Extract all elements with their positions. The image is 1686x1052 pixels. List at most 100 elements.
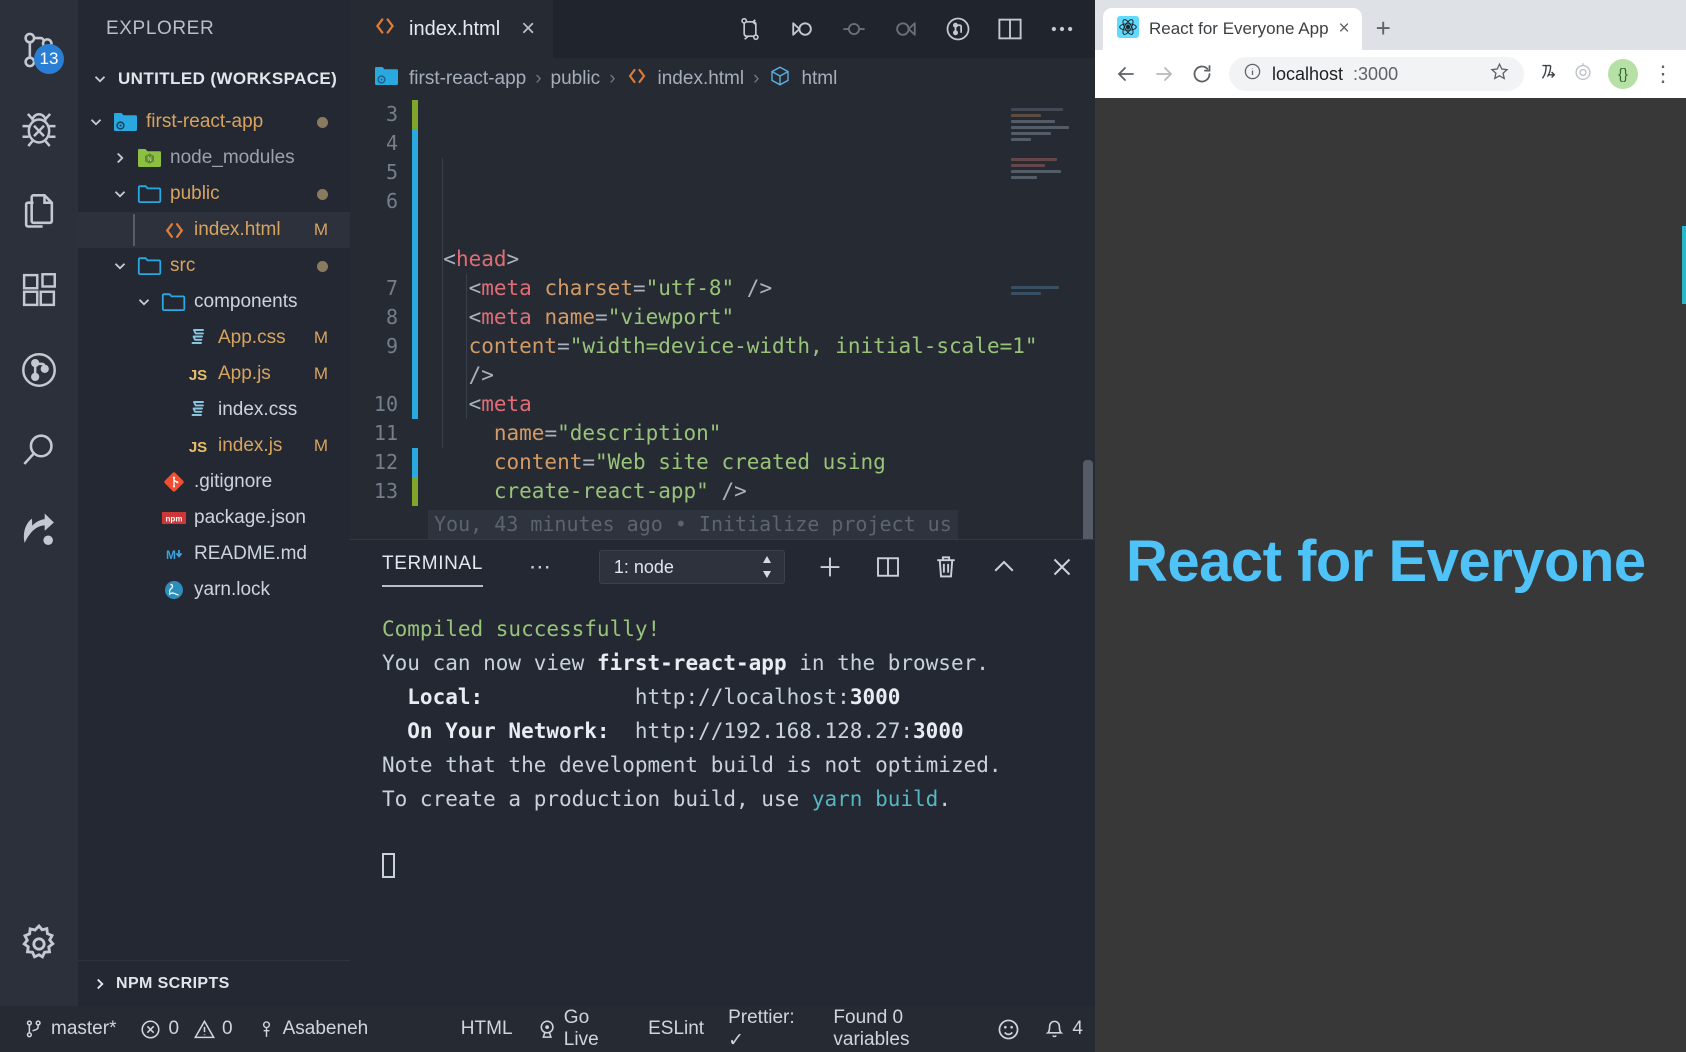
back-icon[interactable]: [1107, 55, 1145, 93]
status-feedback[interactable]: [985, 1006, 1032, 1052]
panel-more-icon[interactable]: ⋯: [529, 554, 553, 580]
tree-item-public[interactable]: public: [78, 176, 350, 212]
line-number: 3: [385, 102, 398, 126]
terminal-shell-value: 1: node: [613, 556, 674, 577]
open-change-icon[interactable]: [787, 14, 817, 44]
tree-item-src[interactable]: src: [78, 248, 350, 284]
breadcrumb-item-3[interactable]: html: [801, 68, 837, 90]
activity-item-settings[interactable]: [0, 904, 78, 984]
code-content[interactable]: <head> <meta charset="utf-8" /> <meta na…: [418, 100, 1095, 539]
activity-item-live-share[interactable]: [0, 490, 78, 570]
status-account[interactable]: Asabeneh: [245, 1006, 381, 1052]
tree-item-package-json[interactable]: npm package.json: [78, 500, 350, 536]
chevron-right-icon[interactable]: [110, 148, 130, 168]
chevron-down-icon[interactable]: [86, 112, 106, 132]
close-icon[interactable]: ×: [521, 17, 535, 41]
maximize-panel-icon[interactable]: [989, 552, 1019, 582]
live-preview-icon[interactable]: [943, 14, 973, 44]
status-branch[interactable]: master*: [12, 1006, 128, 1052]
compare-changes-icon[interactable]: [735, 14, 765, 44]
modified-badge: M: [313, 364, 328, 383]
status-prettier[interactable]: Prettier: ✓: [716, 1006, 821, 1052]
tree-item-first-react-app[interactable]: first-react-app: [78, 104, 350, 140]
tab-index-html[interactable]: index.html ×: [350, 0, 554, 58]
chevron-down-icon[interactable]: [110, 184, 130, 204]
line-number: 4: [385, 131, 398, 155]
tree-item--gitignore[interactable]: .gitignore: [78, 464, 350, 500]
activity-item-extensions[interactable]: [0, 250, 78, 330]
branch-name: master*: [51, 1018, 117, 1039]
breadcrumb-item-1[interactable]: public: [551, 68, 601, 90]
address-bar[interactable]: localhost:3000: [1229, 57, 1524, 91]
chevron-down-icon[interactable]: [110, 256, 130, 276]
status-problems[interactable]: 0 0: [128, 1006, 244, 1052]
breadcrumb-separator: ›: [753, 68, 760, 89]
svg-text:npm: npm: [166, 515, 183, 524]
breadcrumb-item-0[interactable]: first-react-app: [409, 68, 526, 90]
tree-item-index-js[interactable]: JS index.js M: [78, 428, 350, 464]
line-number: 10: [373, 392, 398, 416]
tree-item-index-html[interactable]: index.html M: [78, 212, 350, 248]
minimap[interactable]: [1011, 100, 1079, 539]
code-line: <meta charset="utf-8" />: [468, 276, 773, 300]
npm-scripts-section[interactable]: NPM SCRIPTS: [78, 960, 350, 1006]
tree-item-readme-md[interactable]: M README.md: [78, 536, 350, 572]
split-editor-icon[interactable]: [995, 14, 1025, 44]
activity-item-source-control[interactable]: 13: [0, 10, 78, 90]
kill-terminal-icon[interactable]: [931, 552, 961, 582]
tree-item-components[interactable]: components: [78, 284, 350, 320]
new-terminal-icon[interactable]: [815, 552, 845, 582]
profile-avatar[interactable]: {}: [1608, 59, 1638, 89]
target-extension-icon[interactable]: [1572, 61, 1594, 88]
terminal-output[interactable]: Compiled successfully! You can now view f…: [350, 594, 1095, 1006]
new-tab-button[interactable]: +: [1376, 13, 1391, 44]
next-change-icon[interactable]: [891, 14, 921, 44]
terminal-actions: [815, 552, 1077, 582]
terminal-shell-select[interactable]: 1: node: [598, 550, 785, 584]
activity-item-files[interactable]: [0, 170, 78, 250]
activity-item-search[interactable]: [0, 410, 78, 490]
minimap-line: [1011, 158, 1057, 161]
status-notifications[interactable]: 4: [1032, 1006, 1095, 1052]
close-icon[interactable]: ×: [1339, 18, 1350, 40]
chevron-down-icon[interactable]: [134, 292, 154, 312]
browser-tab[interactable]: React for Everyone App ×: [1103, 8, 1362, 50]
tree-item-yarn-lock[interactable]: yarn.lock: [78, 572, 350, 608]
browser-toolbar: localhost:3000 {} ⋮: [1095, 50, 1686, 98]
split-terminal-icon[interactable]: [873, 552, 903, 582]
reload-icon[interactable]: [1183, 55, 1221, 93]
minimap-line: [1011, 164, 1045, 167]
status-language[interactable]: HTML: [449, 1006, 525, 1052]
editor-tab-bar: index.html ×: [350, 0, 1095, 58]
code-line: <meta: [468, 392, 532, 416]
line-number: 12: [373, 450, 398, 474]
status-eslint[interactable]: ESLint: [636, 1006, 716, 1052]
info-circle-icon[interactable]: [1243, 62, 1262, 86]
tree-item-index-css[interactable]: index.css: [78, 392, 350, 428]
workspace-section-header[interactable]: UNTITLED (WORKSPACE): [78, 58, 350, 100]
script-extension-icon[interactable]: [1536, 61, 1558, 88]
forward-icon[interactable]: [1145, 55, 1183, 93]
line-number: 11: [373, 421, 398, 445]
tab-terminal[interactable]: TERMINAL: [382, 553, 483, 587]
tree-item-node-modules[interactable]: Nnode_modules: [78, 140, 350, 176]
more-actions-icon[interactable]: [1047, 14, 1077, 44]
activity-item-debug[interactable]: [0, 90, 78, 170]
status-variables[interactable]: Found 0 variables: [821, 1006, 985, 1052]
close-panel-icon[interactable]: [1047, 552, 1077, 582]
status-go-live[interactable]: Go Live: [525, 1006, 637, 1052]
breadcrumb-item-2[interactable]: index.html: [658, 68, 745, 90]
minimap-line: [1011, 170, 1061, 173]
tree-item-app-js[interactable]: JS App.js M: [78, 356, 350, 392]
code-editor[interactable]: 3 4 5 6 7 8 9 10 11 12 13 <head> <meta charset="ut…: [350, 100, 1095, 539]
code-line: />: [468, 363, 494, 387]
browser-menu-icon[interactable]: ⋮: [1652, 61, 1674, 87]
previous-change-icon[interactable]: [839, 14, 869, 44]
star-icon[interactable]: [1489, 61, 1510, 87]
react-icon: [1117, 15, 1139, 43]
activity-item-git-graph[interactable]: [0, 330, 78, 410]
tree-item-app-css[interactable]: App.css M: [78, 320, 350, 356]
git-icon: [161, 469, 187, 495]
code-line: content="Web site created using: [493, 450, 886, 474]
